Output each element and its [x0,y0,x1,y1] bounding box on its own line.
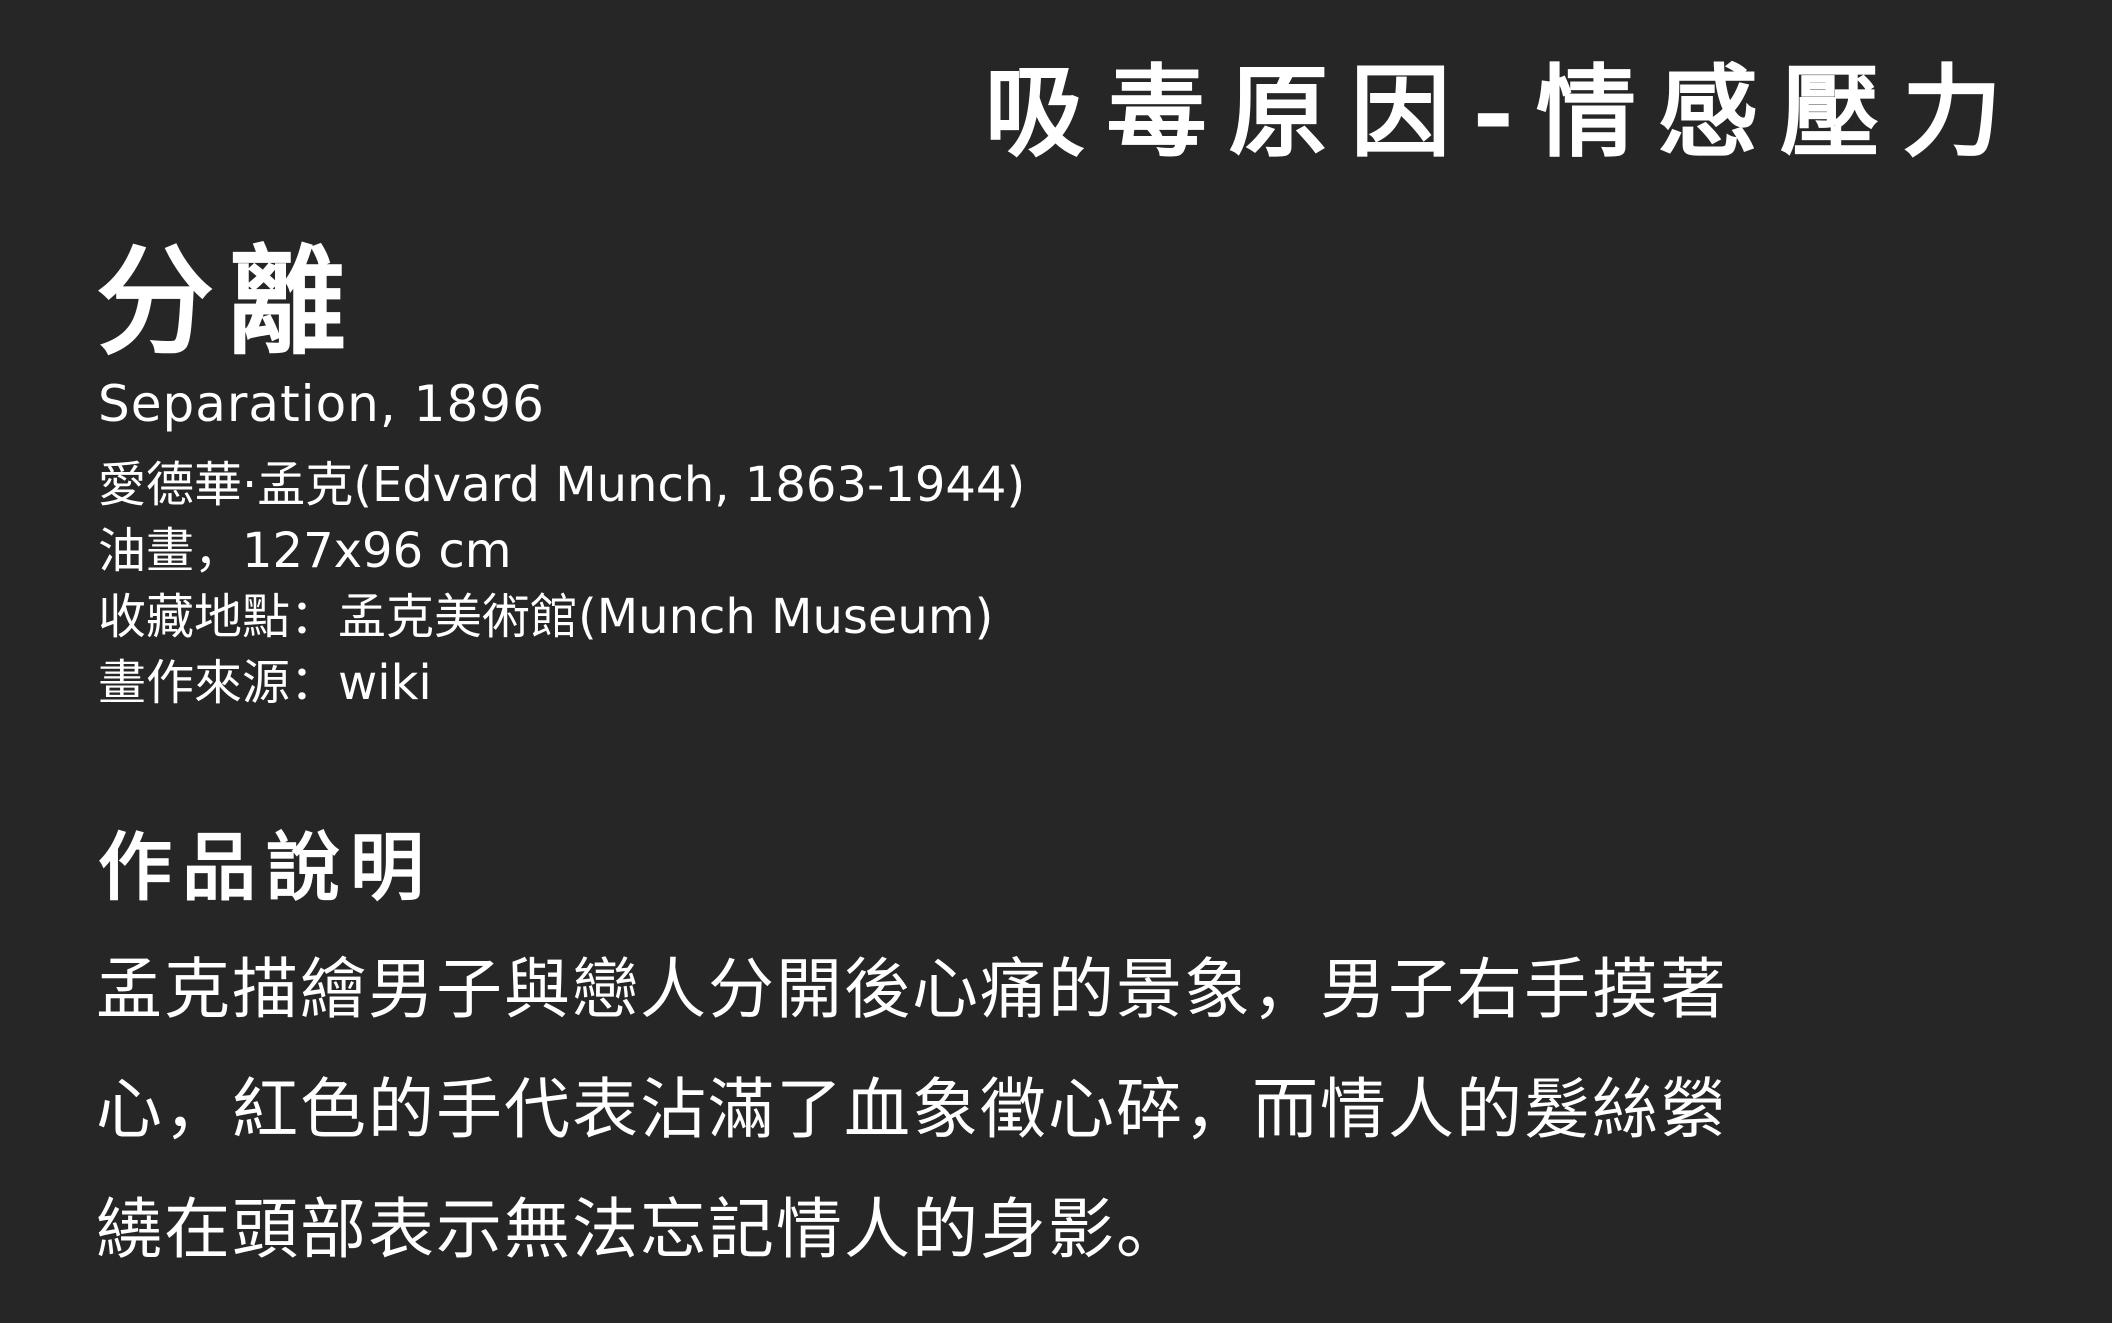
source-line: 畫作來源：wiki [98,655,432,711]
description-line: 心，紅色的手代表沾滿了血象徵心碎，而情人的髮絲縈 [96,1071,1728,1148]
artist-line: 愛德華·孟克(Edvard Munch, 1863-1944) [98,457,1026,513]
artwork-english-title: Separation, 1896 [98,375,545,433]
description-body: 孟克描繪男子與戀人分開後心痛的景象，男子右手摸著 心，紅色的手代表沾滿了血象徵心… [96,930,1936,1290]
description-heading: 作品說明 [98,825,434,911]
collection-line: 收藏地點：孟克美術館(Munch Museum) [98,589,994,645]
artwork-metadata: 愛德華·孟克(Edvard Munch, 1863-1944) 油畫，127x9… [98,452,1025,716]
section-title: 吸毒原因-情感壓力 [984,53,2024,171]
description-line: 孟克描繪男子與戀人分開後心痛的景象，男子右手摸著 [96,951,1728,1028]
description-line: 繞在頭部表示無法忘記情人的身影。 [96,1191,1184,1268]
medium-size-line: 油畫，127x96 cm [98,523,512,579]
artwork-title: 分離 [96,232,361,371]
slide: 吸毒原因-情感壓力 分離 Separation, 1896 愛德華·孟克(Edv… [0,0,2112,1323]
